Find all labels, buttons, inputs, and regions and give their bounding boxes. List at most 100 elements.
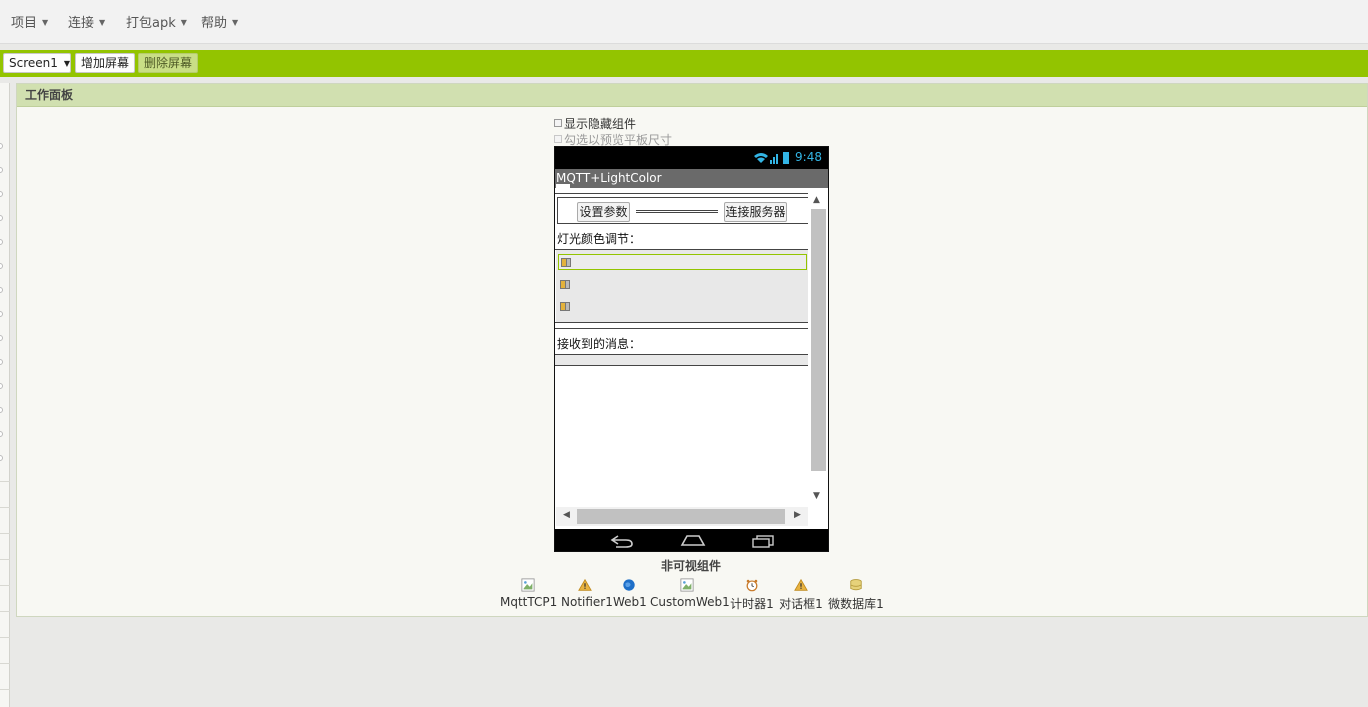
- radio-icon: [0, 191, 3, 197]
- broken-image-icon: [680, 578, 694, 592]
- divider: [555, 328, 808, 329]
- phone-preview: 9:48 MQTT+LightColor 设置参数 连接服务器 灯光颜色调节： …: [554, 146, 829, 552]
- component-label: 计时器1: [730, 597, 774, 611]
- divider: [0, 481, 10, 482]
- nonvisible-component-tinydb[interactable]: 微数据库1: [828, 578, 884, 612]
- caret-down-icon: ▼: [63, 59, 71, 68]
- image-placeholder-icon: [561, 258, 571, 267]
- scroll-down-icon[interactable]: ▼: [813, 491, 820, 501]
- message-display: [555, 354, 808, 366]
- divider: [0, 663, 10, 664]
- remove-screen-button[interactable]: 删除屏幕: [138, 53, 198, 73]
- nonvisible-component-notifier[interactable]: Notifier1: [561, 578, 613, 609]
- divider: [0, 585, 10, 586]
- warning-icon: [794, 578, 808, 591]
- scroll-up-icon[interactable]: ▲: [813, 195, 820, 205]
- nonvisible-component-mqtttcp[interactable]: MqttTCP1: [500, 578, 557, 609]
- menu-label: 连接: [68, 16, 95, 31]
- top-menu-bar: 项目 ▼ 连接 ▼ 打包apk ▼ 帮助 ▼: [0, 0, 1368, 44]
- screen-select-dropdown[interactable]: Screen1 ▼: [3, 53, 71, 73]
- image-placeholder-icon: [560, 302, 570, 311]
- checkbox-icon: [554, 135, 562, 143]
- checkbox-label: 显示隐藏组件: [564, 117, 637, 131]
- menu-label: 帮助: [201, 16, 228, 31]
- color-image-row[interactable]: [558, 254, 807, 270]
- nonvisible-component-customweb[interactable]: CustomWeb1: [650, 578, 730, 609]
- image-placeholder-icon: [560, 280, 570, 289]
- radio-icon: [0, 311, 3, 317]
- menu-connect[interactable]: 连接 ▼: [68, 12, 105, 31]
- scroll-right-icon[interactable]: ▶: [794, 510, 801, 520]
- radio-icon: [0, 431, 3, 437]
- settings-button[interactable]: 设置参数: [577, 202, 630, 222]
- clock-icon: [746, 579, 758, 592]
- light-color-label: 灯光颜色调节：: [557, 232, 642, 246]
- color-image-list: [556, 250, 808, 322]
- menu-project[interactable]: 项目 ▼: [11, 12, 48, 31]
- broken-image-icon: [521, 578, 535, 592]
- nonvisible-component-clock[interactable]: 计时器1: [729, 578, 775, 612]
- scroll-thumb[interactable]: [577, 509, 785, 524]
- checkbox-icon: [554, 119, 562, 127]
- text-field[interactable]: [636, 210, 718, 213]
- divider: [557, 197, 808, 198]
- warning-icon: [578, 578, 592, 591]
- caret-down-icon: ▼: [232, 18, 239, 27]
- home-icon[interactable]: [680, 534, 706, 547]
- vertical-scrollbar[interactable]: ▲ ▼: [808, 191, 828, 505]
- title-marker: [556, 184, 570, 188]
- add-screen-button[interactable]: 增加屏幕: [75, 53, 135, 73]
- radio-icon: [0, 359, 3, 365]
- radio-icon: [0, 263, 3, 269]
- globe-icon: [623, 579, 635, 591]
- menu-build-apk[interactable]: 打包apk ▼: [126, 12, 187, 31]
- color-image-row[interactable]: [558, 277, 807, 293]
- divider: [0, 507, 10, 508]
- signal-battery-icon: [754, 152, 789, 164]
- radio-icon: [0, 143, 3, 149]
- horizontal-scrollbar[interactable]: ◀ ▶: [556, 507, 808, 526]
- status-bar: 9:48: [555, 147, 828, 169]
- checkbox-label: 勾选以预览平板尺寸: [564, 133, 673, 147]
- status-time: 9:48: [795, 150, 822, 164]
- color-image-row[interactable]: [558, 299, 807, 315]
- nonvisible-component-web[interactable]: Web1: [613, 578, 647, 609]
- component-label: CustomWeb1: [650, 595, 730, 609]
- radio-icon: [0, 287, 3, 293]
- menu-label: 项目: [11, 16, 38, 31]
- database-icon: [850, 579, 862, 591]
- divider: [0, 637, 10, 638]
- radio-icon: [0, 455, 3, 461]
- component-label: Web1: [613, 595, 647, 609]
- radio-icon: [0, 335, 3, 341]
- caret-down-icon: ▼: [42, 18, 49, 27]
- app-title-bar: MQTT+LightColor: [555, 169, 828, 188]
- radio-icon: [0, 167, 3, 173]
- screen-toolbar: Screen1 ▼ 增加屏幕 删除屏幕: [0, 50, 1368, 77]
- nonvisible-components-title: 非可视组件: [660, 559, 721, 573]
- scroll-thumb[interactable]: [811, 209, 826, 471]
- menu-label: 打包apk: [126, 16, 176, 31]
- back-icon[interactable]: [610, 534, 634, 548]
- nonvisible-component-dialog[interactable]: 对话框1: [778, 578, 824, 612]
- caret-down-icon: ▼: [99, 18, 106, 27]
- scroll-left-icon[interactable]: ◀: [563, 510, 570, 520]
- received-message-label: 接收到的消息：: [557, 337, 642, 351]
- connect-server-button[interactable]: 连接服务器: [724, 202, 787, 222]
- show-hidden-checkbox[interactable]: 显示隐藏组件: [554, 115, 636, 132]
- divider: [0, 689, 10, 690]
- divider: [555, 322, 808, 323]
- divider: [0, 611, 10, 612]
- palette-edge: [0, 83, 10, 707]
- caret-down-icon: ▼: [180, 18, 187, 27]
- menu-help[interactable]: 帮助 ▼: [201, 12, 238, 31]
- recent-apps-icon[interactable]: [751, 534, 775, 548]
- component-label: 微数据库1: [828, 597, 884, 611]
- divider: [557, 223, 808, 224]
- panel-title: 工作面板: [17, 84, 1367, 107]
- radio-icon: [0, 215, 3, 221]
- screen-select-label: Screen1: [9, 56, 58, 70]
- radio-icon: [0, 239, 3, 245]
- component-label: Notifier1: [561, 595, 613, 609]
- radio-icon: [0, 383, 3, 389]
